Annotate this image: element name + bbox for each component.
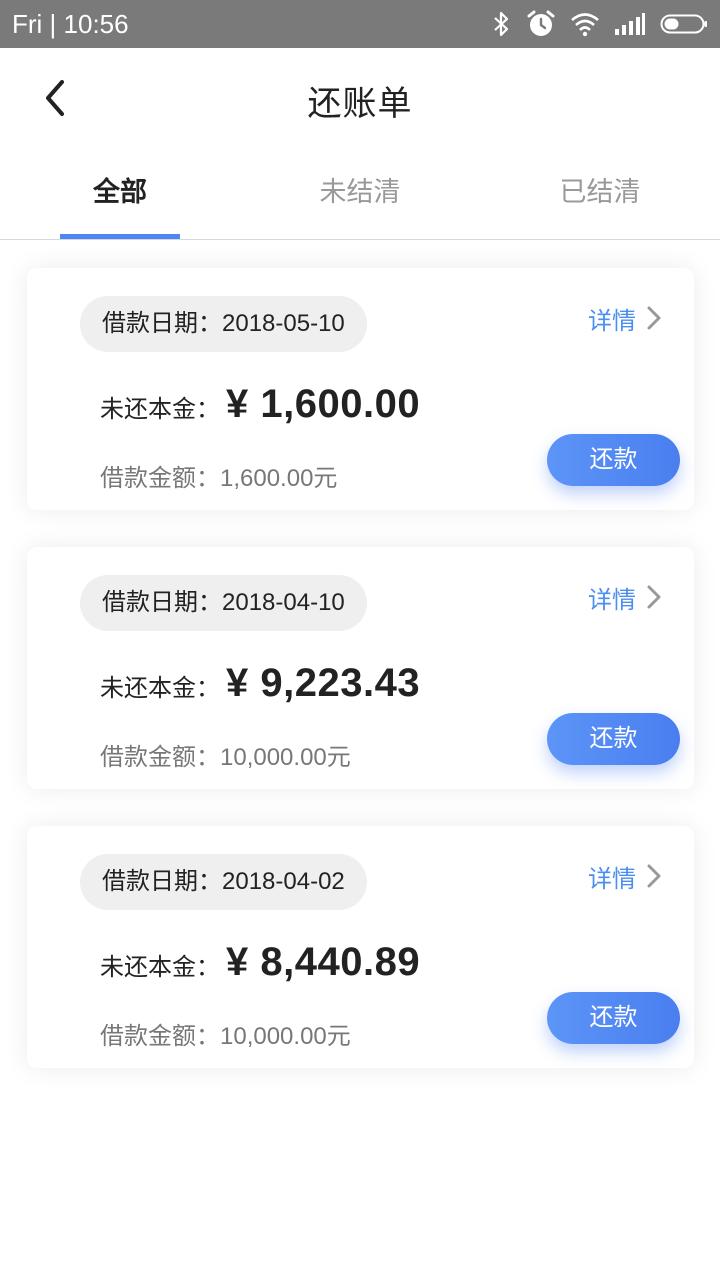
unpaid-principal-amount: ¥ 8,440.89 xyxy=(226,940,421,984)
loan-date-label: 借款日期： xyxy=(102,310,222,337)
loan-amount: 借款金额：10,000.00元 xyxy=(100,1016,351,1051)
repay-button[interactable]: 还款 xyxy=(547,992,680,1044)
chevron-right-icon xyxy=(647,306,661,330)
detail-label: 详情 xyxy=(588,586,636,614)
tab-settled[interactable]: 已结清 xyxy=(480,148,720,240)
loan-amount-label: 借款金额： xyxy=(100,1023,220,1050)
battery-icon xyxy=(660,14,707,34)
wifi-icon xyxy=(571,13,599,37)
unpaid-principal-label: 未还本金： xyxy=(100,396,220,423)
nav-bar: 还账单 xyxy=(0,48,720,148)
loan-date-badge: 借款日期：2018-04-10 xyxy=(80,575,367,631)
loan-amount-label: 借款金额： xyxy=(100,744,220,771)
loan-date-label: 借款日期： xyxy=(102,868,222,895)
loan-amount-value: 1,600.00元 xyxy=(220,465,338,492)
loan-date-badge: 借款日期：2018-04-02 xyxy=(80,854,367,910)
chevron-right-icon xyxy=(647,585,661,609)
tab-bar: 全部 未结清 已结清 xyxy=(0,148,720,240)
alarm-icon xyxy=(527,10,555,36)
status-icons xyxy=(492,9,708,39)
loan-amount-value: 10,000.00元 xyxy=(220,1023,351,1050)
repay-button[interactable]: 还款 xyxy=(547,713,680,765)
unpaid-principal: 未还本金： ¥ 8,440.89 xyxy=(100,940,420,985)
loan-amount-label: 借款金额： xyxy=(100,465,220,492)
loan-card: 借款日期：2018-04-02 详情 未还本金： ¥ 8,440.89 借款金额… xyxy=(27,826,694,1068)
signal-icon xyxy=(615,13,645,35)
loan-amount: 借款金额：10,000.00元 xyxy=(100,737,351,772)
loan-card: 借款日期：2018-04-10 详情 未还本金： ¥ 9,223.43 借款金额… xyxy=(27,547,694,789)
loan-amount: 借款金额：1,600.00元 xyxy=(100,458,337,493)
tab-unsettled[interactable]: 未结清 xyxy=(240,148,480,240)
unpaid-principal-amount: ¥ 1,600.00 xyxy=(226,382,421,426)
loan-date-value: 2018-04-10 xyxy=(222,589,345,616)
loan-amount-value: 10,000.00元 xyxy=(220,744,351,771)
detail-link[interactable]: 详情 xyxy=(588,856,662,896)
bluetooth-icon xyxy=(494,11,509,37)
unpaid-principal: 未还本金： ¥ 1,600.00 xyxy=(100,382,420,427)
detail-label: 详情 xyxy=(588,307,636,335)
page-title: 还账单 xyxy=(307,85,413,123)
status-bar: Fri | 10:56 xyxy=(0,0,720,48)
loan-date-label: 借款日期： xyxy=(102,589,222,616)
status-time: Fri | 10:56 xyxy=(12,8,129,39)
detail-label: 详情 xyxy=(588,865,636,893)
loan-date-value: 2018-05-10 xyxy=(222,310,345,337)
loan-date-value: 2018-04-02 xyxy=(222,868,345,895)
loan-card: 借款日期：2018-05-10 详情 未还本金： ¥ 1,600.00 借款金额… xyxy=(27,268,694,510)
unpaid-principal-label: 未还本金： xyxy=(100,954,220,981)
repay-button[interactable]: 还款 xyxy=(547,434,680,486)
loan-date-badge: 借款日期：2018-05-10 xyxy=(80,296,367,352)
unpaid-principal-amount: ¥ 9,223.43 xyxy=(226,661,421,705)
unpaid-principal: 未还本金： ¥ 9,223.43 xyxy=(100,661,420,706)
active-tab-indicator xyxy=(60,234,180,239)
detail-link[interactable]: 详情 xyxy=(588,577,662,617)
chevron-right-icon xyxy=(647,864,661,888)
tab-all[interactable]: 全部 xyxy=(0,148,240,240)
detail-link[interactable]: 详情 xyxy=(588,298,662,338)
unpaid-principal-label: 未还本金： xyxy=(100,675,220,702)
